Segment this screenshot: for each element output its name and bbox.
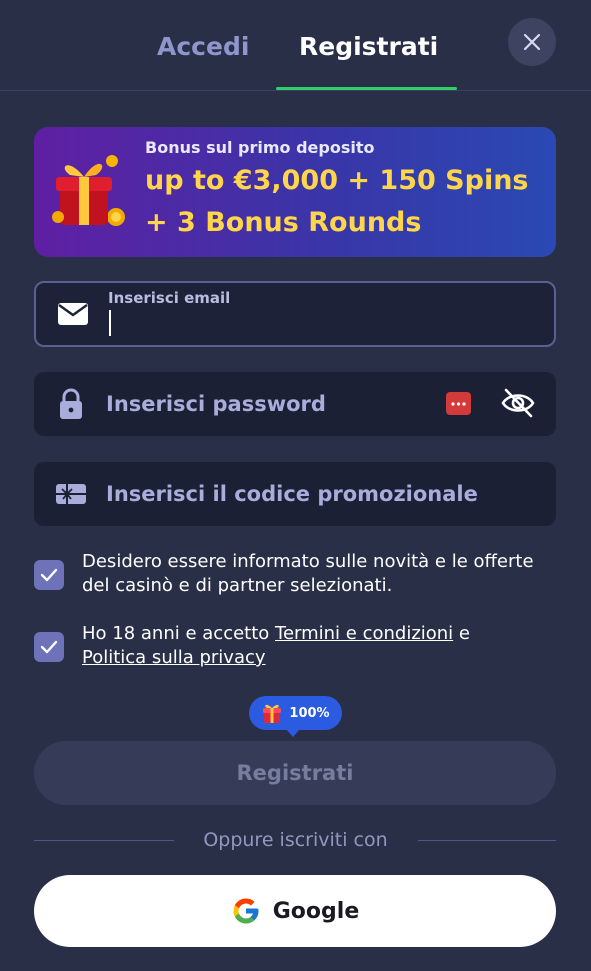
password-manager-icon[interactable] — [446, 392, 471, 415]
marketing-consent-checkbox[interactable] — [34, 560, 64, 590]
checkmark-icon — [40, 640, 58, 654]
banner-headline-line1: up to €3,000 + 150 Spins — [145, 165, 529, 196]
divider-line-right — [418, 840, 556, 841]
progress-bubble: 100% — [249, 696, 342, 737]
google-label: Google — [272, 898, 360, 924]
lock-icon — [54, 388, 88, 419]
close-icon — [523, 33, 541, 51]
email-label: Inserisci email — [108, 289, 231, 307]
gift-box-icon — [52, 155, 125, 226]
close-button[interactable] — [508, 18, 556, 66]
auth-tabs: Accedi Registrati — [0, 0, 591, 91]
tab-login[interactable]: Accedi — [157, 32, 249, 61]
google-icon — [233, 898, 259, 924]
marketing-consent-text: Desidero essere informato sulle novità e… — [82, 551, 534, 596]
banner-headline-line2: + 3 Bonus Rounds — [145, 207, 422, 238]
envelope-icon — [56, 299, 90, 329]
gift-icon — [263, 704, 282, 723]
checkmark-icon — [40, 568, 58, 582]
tab-register[interactable]: Registrati — [299, 32, 438, 61]
gift-card-icon — [54, 479, 88, 509]
terms-joiner: e — [453, 623, 470, 644]
bonus-banner: Bonus sul primo deposito up to €3,000 + … — [34, 127, 556, 257]
alt-signup-divider: Oppure iscriviti con — [0, 829, 591, 853]
privacy-link[interactable]: Politica sulla privacy — [82, 647, 266, 668]
terms-consent-checkbox[interactable] — [34, 632, 64, 662]
password-placeholder: Inserisci password — [106, 392, 326, 416]
terms-link[interactable]: Termini e condizioni — [275, 623, 453, 644]
password-field[interactable]: Inserisci password — [34, 372, 556, 436]
register-button[interactable]: Registrati — [34, 741, 556, 805]
banner-kicker: Bonus sul primo deposito — [145, 138, 375, 157]
progress-percent: 100% — [289, 705, 330, 721]
promo-code-field[interactable]: Inserisci il codice promozionale — [34, 462, 556, 526]
promo-code-placeholder: Inserisci il codice promozionale — [106, 482, 478, 506]
email-field[interactable]: Inserisci email — [34, 281, 556, 347]
active-tab-indicator — [276, 87, 457, 90]
terms-consent-text: Ho 18 anni e accetto Termini e condizion… — [82, 622, 552, 670]
text-caret — [109, 310, 111, 336]
terms-prefix: Ho 18 anni e accetto — [82, 623, 276, 644]
google-signup-button[interactable]: Google — [34, 875, 556, 947]
hide-password-icon[interactable] — [500, 387, 536, 419]
